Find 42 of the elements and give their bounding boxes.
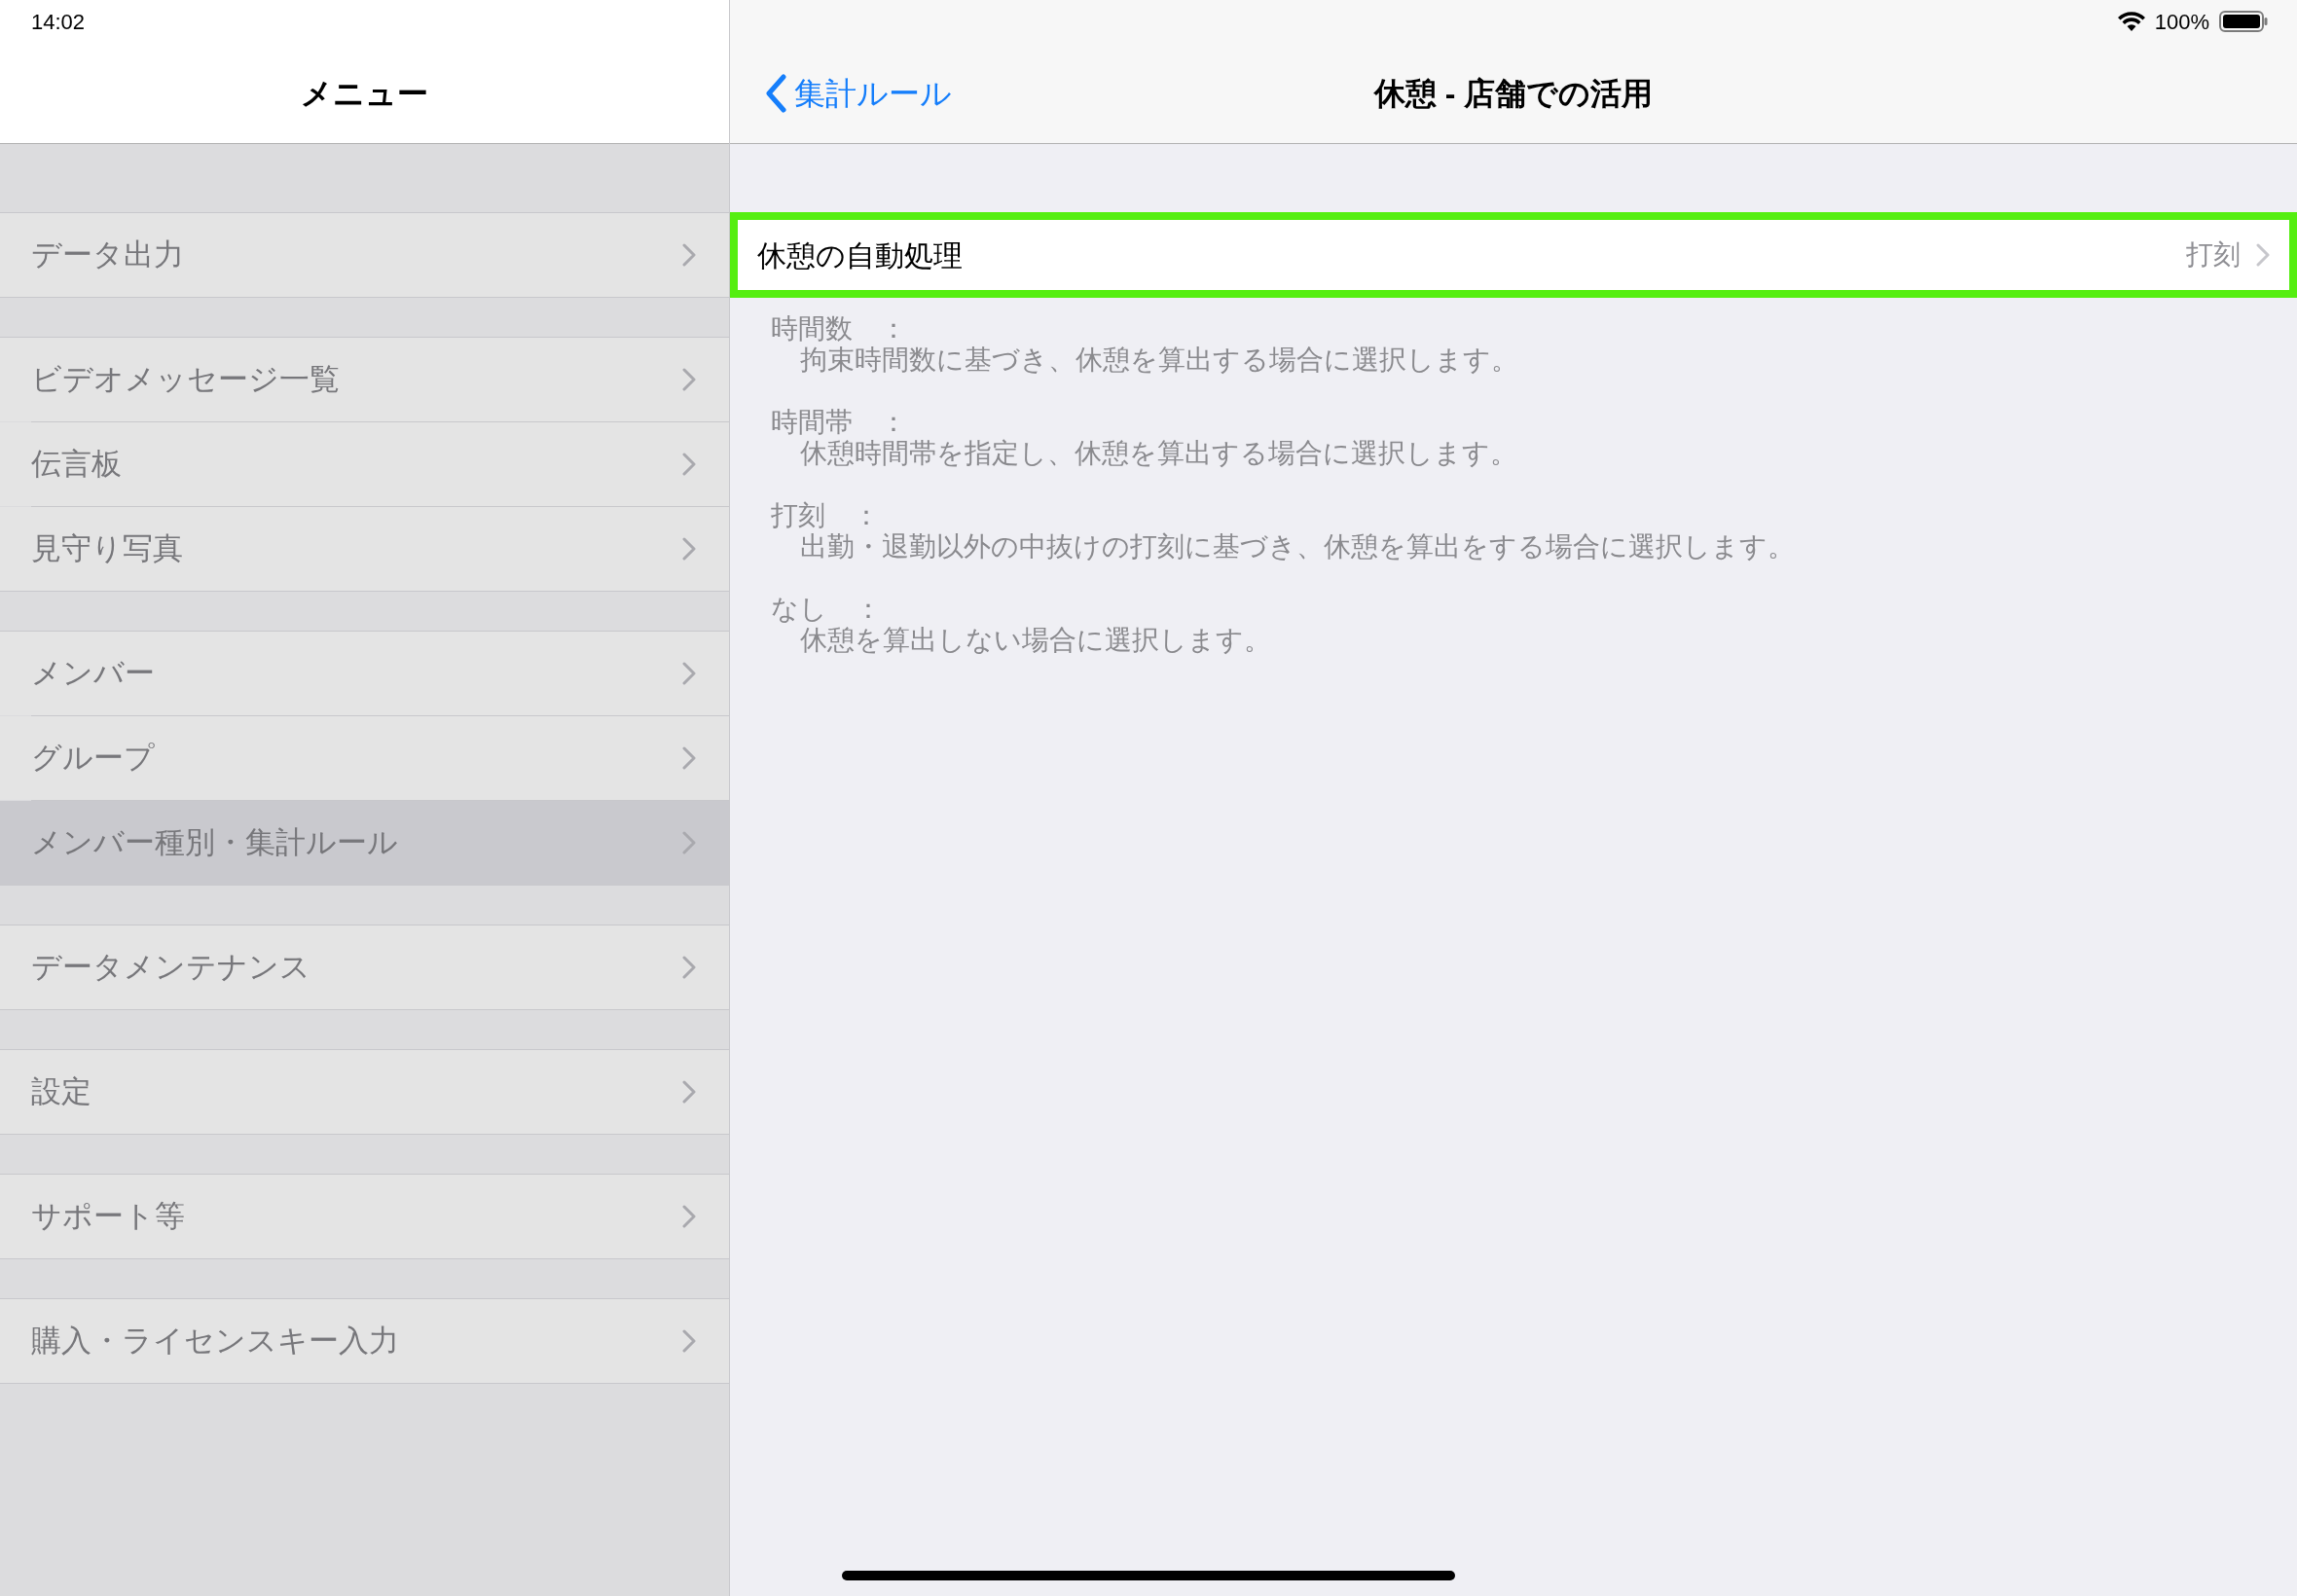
- description-text: 出勤・退勤以外の中抜けの打刻に基づき、休憩を算出をする場合に選択します。: [799, 531, 1796, 562]
- menu-item[interactable]: 設定: [0, 1050, 729, 1134]
- setting-row[interactable]: 休憩の自動処理 打刻: [730, 212, 2297, 298]
- setting-label: 休憩の自動処理: [757, 237, 964, 273]
- wifi-icon: [2117, 12, 2145, 31]
- chevron-right-icon: [682, 1080, 696, 1104]
- chevron-left-icon: [765, 74, 786, 113]
- status-time: 14:02: [31, 8, 86, 36]
- setting-value: 打刻: [2186, 238, 2241, 272]
- description-text: 拘束時間数に基づき、休憩を算出する場合に選択します。: [799, 345, 1519, 376]
- menu-item[interactable]: データメンテナンス: [0, 925, 729, 1009]
- page-title: 休憩 - 店舗での活用: [1373, 74, 1654, 113]
- chevron-right-icon: [682, 537, 696, 561]
- description-term: なし ：: [771, 594, 883, 625]
- chevron-right-icon: [682, 1205, 696, 1228]
- menu-item[interactable]: グループ: [0, 716, 729, 800]
- chevron-right-icon: [682, 368, 696, 391]
- menu-item[interactable]: 伝言板: [0, 422, 729, 506]
- menu-item[interactable]: 見守り写真: [0, 507, 729, 591]
- description-term: 時間帯 ：: [771, 407, 908, 438]
- description-text: 休憩を算出しない場合に選択します。: [799, 625, 1272, 656]
- description-text: 休憩時間帯を指定し、休憩を算出する場合に選択します。: [799, 438, 1518, 469]
- chevron-right-icon: [682, 831, 696, 854]
- menu-item[interactable]: メンバー種別・集計ルール: [0, 801, 729, 885]
- chevron-right-icon: [682, 746, 696, 770]
- menu-item[interactable]: メンバー: [0, 632, 729, 715]
- sidebar-title: メニュー: [301, 74, 428, 113]
- menu-item[interactable]: 購入・ライセンスキー入力: [0, 1299, 729, 1383]
- battery-icon: [2219, 11, 2268, 32]
- chevron-right-icon: [682, 453, 696, 476]
- menu-item[interactable]: データ出力: [0, 213, 729, 297]
- battery-percent: 100%: [2154, 8, 2209, 36]
- chevron-right-icon: [682, 1329, 696, 1353]
- menu-item[interactable]: ビデオメッセージ一覧: [0, 338, 729, 421]
- description-term: 時間数 ：: [771, 313, 908, 345]
- back-button[interactable]: 集計ルール: [765, 70, 952, 117]
- menu-item[interactable]: サポート等: [0, 1175, 729, 1258]
- chevron-right-icon: [682, 243, 696, 267]
- chevron-right-icon: [2256, 243, 2270, 267]
- chevron-right-icon: [682, 662, 696, 685]
- description-term: 打刻 ：: [771, 500, 881, 531]
- chevron-right-icon: [682, 956, 696, 979]
